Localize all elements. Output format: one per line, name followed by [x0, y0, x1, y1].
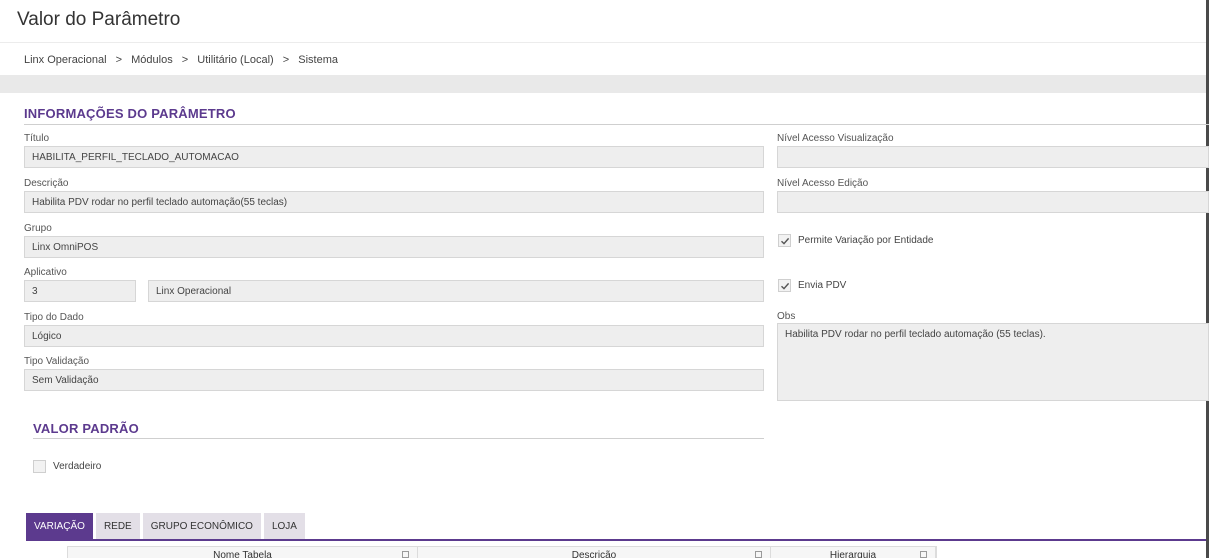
descricao-label: Descrição [24, 178, 69, 189]
column-header-label: Descrição [571, 550, 617, 558]
breadcrumb-separator: > [181, 54, 189, 66]
breadcrumb-item-utilitario[interactable]: Utilitário (Local) [197, 54, 273, 66]
tipo-validacao-label: Tipo Validação [24, 356, 90, 367]
envia-pdv-checkbox-box[interactable] [778, 279, 791, 292]
aplicativo-name-field[interactable]: Linx Operacional [148, 280, 764, 302]
column-header-label: Nome Tabela [213, 550, 272, 558]
envia-pdv-label: Envia PDV [798, 280, 847, 291]
default-section-title: VALOR PADRÃO [33, 421, 139, 436]
verdadeiro-label: Verdadeiro [53, 461, 102, 472]
tab-variacao[interactable]: VARIAÇÃO [26, 513, 93, 539]
nivel-visualizacao-field[interactable] [777, 146, 1209, 168]
breadcrumb-item-modulos[interactable]: Módulos [131, 54, 173, 66]
tab-grupo-economico[interactable]: GRUPO ECONÔMICO [142, 513, 261, 539]
tipo-dado-label: Tipo do Dado [24, 312, 84, 323]
filter-icon[interactable] [920, 551, 927, 558]
column-header-label: Hierarquia [829, 550, 877, 558]
grupo-field[interactable]: Linx OmniPOS [24, 236, 764, 258]
grid-header: Nome Tabela Descrição Hierarquia [67, 546, 937, 558]
breadcrumb-separator: > [115, 54, 123, 66]
check-icon [780, 282, 789, 290]
header-divider [0, 42, 1209, 43]
column-header-nome-tabela[interactable]: Nome Tabela [68, 547, 418, 558]
descricao-field[interactable]: Habilita PDV rodar no perfil teclado aut… [24, 191, 764, 213]
check-icon [780, 237, 789, 245]
verdadeiro-checkbox[interactable]: Verdadeiro [33, 460, 101, 473]
breadcrumb-item-sistema[interactable]: Sistema [298, 54, 338, 66]
nivel-edicao-field[interactable] [777, 191, 1209, 213]
grupo-label: Grupo [24, 223, 52, 234]
nivel-edicao-label: Nível Acesso Edição [777, 178, 869, 189]
filter-icon[interactable] [755, 551, 762, 558]
aplicativo-label: Aplicativo [24, 267, 67, 278]
titulo-field[interactable]: HABILITA_PERFIL_TECLADO_AUTOMACAO [24, 146, 764, 168]
tipo-dado-field[interactable]: Lógico [24, 325, 764, 347]
default-section-divider [33, 438, 764, 439]
nivel-visualizacao-label: Nível Acesso Visualização [777, 133, 894, 144]
tab-loja[interactable]: LOJA [263, 513, 305, 539]
permite-variacao-label: Permite Variação por Entidade [798, 235, 934, 246]
permite-variacao-checkbox-box[interactable] [778, 234, 791, 247]
entity-tabs: VARIAÇÃO REDE GRUPO ECONÔMICO LOJA [26, 513, 305, 539]
tabs-underline [26, 539, 1206, 541]
column-header-descricao[interactable]: Descrição [418, 547, 771, 558]
info-section-divider [24, 124, 1209, 125]
envia-pdv-checkbox[interactable]: Envia PDV [778, 279, 846, 292]
filter-icon[interactable] [402, 551, 409, 558]
column-header-hierarquia[interactable]: Hierarquia [771, 547, 936, 558]
tipo-validacao-field[interactable]: Sem Validação [24, 369, 764, 391]
page-title: Valor do Parâmetro [17, 9, 181, 30]
info-section-title: INFORMAÇÕES DO PARÂMETRO [24, 106, 236, 121]
breadcrumb-separator: > [282, 54, 290, 66]
permite-variacao-checkbox[interactable]: Permite Variação por Entidade [778, 234, 933, 247]
aplicativo-code-field[interactable]: 3 [24, 280, 136, 302]
breadcrumb-item-linx-operacional[interactable]: Linx Operacional [24, 54, 107, 66]
titulo-label: Título [24, 133, 50, 144]
obs-label: Obs [777, 311, 796, 322]
content-top-band [0, 75, 1209, 93]
tab-rede[interactable]: REDE [95, 513, 140, 539]
breadcrumb: Linx Operacional > Módulos > Utilitário … [24, 54, 338, 66]
obs-textarea[interactable]: Habilita PDV rodar no perfil teclado aut… [777, 323, 1209, 401]
verdadeiro-checkbox-box[interactable] [33, 460, 46, 473]
